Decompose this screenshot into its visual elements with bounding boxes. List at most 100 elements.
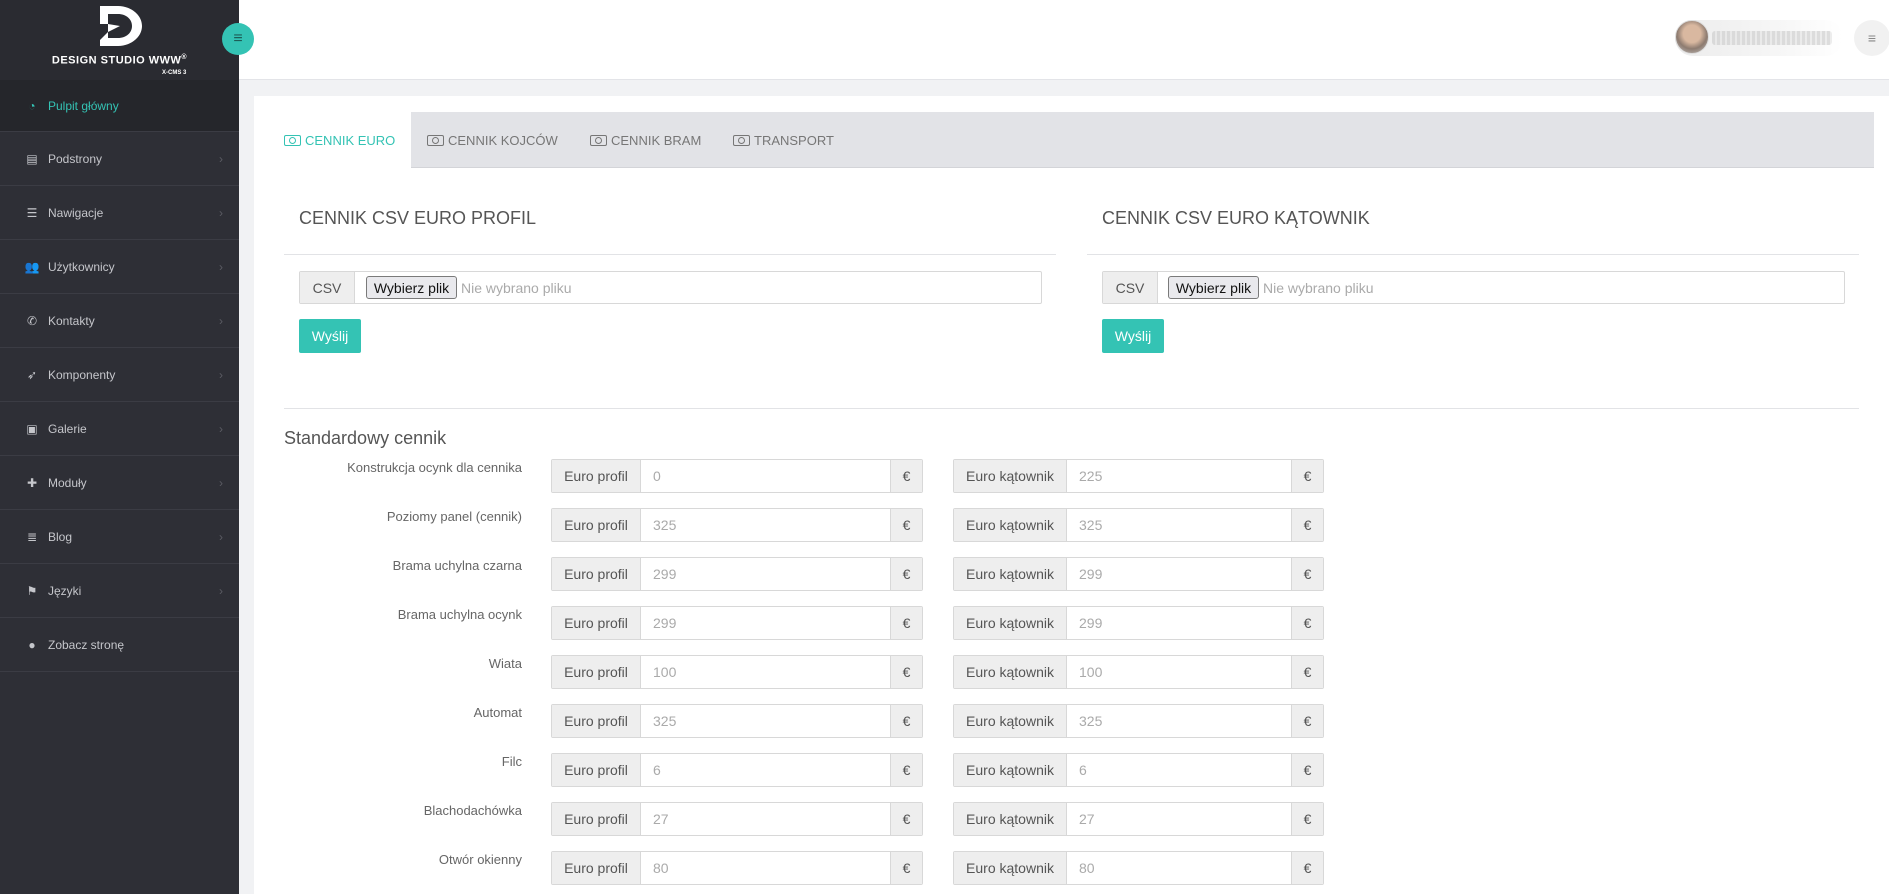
sidebar-item-puzzle[interactable]: ✚ Moduły ›	[0, 456, 239, 510]
csv-katownik-title: CENNIK CSV EURO KĄTOWNIK	[1102, 208, 1370, 228]
tab-cennik-kojcow[interactable]: CENNIK KOJCÓW	[427, 112, 577, 168]
logo[interactable]: DESIGN STUDIO WWW® X-CMS 3	[0, 0, 239, 80]
chevron-right-icon: ›	[219, 260, 223, 274]
menu-icon[interactable]: ≡	[1854, 20, 1889, 56]
sidebar-item-label: Pulpit główny	[48, 98, 119, 113]
standard-pricelist-title: Standardowy cennik	[284, 428, 447, 448]
csv-katownik-submit-button[interactable]: Wyślij	[1102, 319, 1164, 353]
euro-profil-group: Euro profil 0 €	[551, 459, 923, 493]
globe-icon: ●	[28, 637, 36, 652]
euro-katownik-input[interactable]: 6	[1067, 754, 1291, 786]
sidebar-item-label: Komponenty	[48, 367, 116, 382]
price-row-label: Otwór okienny	[438, 852, 522, 867]
euro-katownik-group: Euro kątownik 6 €	[953, 753, 1324, 787]
sidebar-item-label: Moduły	[48, 475, 87, 490]
euro-profil-input[interactable]: 325	[641, 705, 890, 737]
euro-profil-addon: Euro profil	[552, 509, 641, 541]
dashboard-icon: ◔	[28, 98, 36, 113]
price-row-label: Filc	[501, 754, 522, 769]
sidebar-item-users[interactable]: 👥 Użytkownicy ›	[0, 240, 239, 294]
list-icon: ☰	[26, 205, 38, 220]
csv-profil-submit-button[interactable]: Wyślij	[299, 319, 361, 353]
euro-currency-addon: €	[890, 705, 922, 737]
euro-profil-group: Euro profil 299 €	[551, 557, 923, 591]
euro-profil-input[interactable]: 6	[641, 754, 890, 786]
euro-katownik-input[interactable]: 80	[1067, 852, 1291, 884]
sidebar-toggle-button[interactable]: ≡	[222, 23, 254, 55]
euro-profil-addon: Euro profil	[552, 607, 641, 639]
euro-katownik-group: Euro kątownik 225 €	[953, 459, 1324, 493]
euro-profil-group: Euro profil 325 €	[551, 704, 923, 738]
euro-katownik-input[interactable]: 100	[1067, 656, 1291, 688]
phone-icon: ✆	[26, 313, 38, 328]
euro-profil-group: Euro profil 6 €	[551, 753, 923, 787]
sidebar-item-blog[interactable]: ≣ Blog ›	[0, 510, 239, 564]
euro-profil-input[interactable]: 325	[641, 509, 890, 541]
euro-katownik-input[interactable]: 325	[1067, 705, 1291, 737]
euro-profil-addon: Euro profil	[552, 558, 641, 590]
sidebar-item-label: Kontakty	[48, 313, 95, 328]
euro-katownik-input[interactable]: 299	[1067, 558, 1291, 590]
sidebar-item-label: Użytkownicy	[48, 259, 115, 274]
tab-cennik-euro[interactable]: CENNIK EURO	[284, 112, 411, 168]
sidebar-item-flag[interactable]: ⚑ Języki ›	[0, 564, 239, 618]
price-row-label: Wiata	[488, 656, 522, 671]
money-icon	[284, 134, 301, 146]
euro-katownik-input[interactable]: 27	[1067, 803, 1291, 835]
euro-currency-addon: €	[1291, 460, 1323, 492]
euro-currency-addon: €	[1291, 509, 1323, 541]
euro-katownik-input[interactable]: 325	[1067, 509, 1291, 541]
euro-katownik-addon: Euro kątownik	[954, 558, 1067, 590]
price-row-label: Brama uchylna czarna	[392, 558, 522, 573]
price-row-label: Automat	[473, 705, 522, 720]
tab-transport[interactable]: TRANSPORT	[733, 112, 863, 168]
tab-cennik-bram[interactable]: CENNIK BRAM	[590, 112, 720, 168]
avatar[interactable]	[1675, 20, 1709, 54]
flag-icon: ⚑	[26, 583, 38, 598]
image-icon: ▣	[26, 421, 38, 436]
csv-profil-choose-file-button[interactable]: Wybierz plik	[366, 276, 457, 299]
chevron-right-icon: ›	[219, 368, 223, 382]
sidebar-item-globe[interactable]: ● Zobacz stronę	[0, 618, 239, 672]
euro-profil-input[interactable]: 100	[641, 656, 890, 688]
euro-katownik-input[interactable]: 299	[1067, 607, 1291, 639]
euro-currency-addon: €	[1291, 754, 1323, 786]
csv-katownik-choose-file-button[interactable]: Wybierz plik	[1168, 276, 1259, 299]
euro-katownik-addon: Euro kątownik	[954, 509, 1067, 541]
euro-currency-addon: €	[1291, 852, 1323, 884]
euro-currency-addon: €	[1291, 656, 1323, 688]
euro-katownik-group: Euro kątownik 299 €	[953, 557, 1324, 591]
euro-currency-addon: €	[890, 558, 922, 590]
sidebar-item-label: Blog	[48, 529, 73, 544]
euro-profil-addon: Euro profil	[552, 803, 641, 835]
chevron-right-icon: ›	[219, 476, 223, 490]
euro-profil-input[interactable]: 80	[641, 852, 890, 884]
sidebar-item-dashboard[interactable]: ◔ Pulpit główny	[0, 80, 239, 132]
sidebar-item-file[interactable]: ▤ Podstrony ›	[0, 132, 239, 186]
price-row-label: Brama uchylna ocynk	[397, 607, 522, 622]
euro-profil-addon: Euro profil	[552, 656, 641, 688]
euro-profil-group: Euro profil 325 €	[551, 508, 923, 542]
chevron-right-icon: ›	[219, 584, 223, 598]
euro-profil-input[interactable]: 0	[641, 460, 890, 492]
euro-profil-input[interactable]: 27	[641, 803, 890, 835]
sidebar-item-rocket[interactable]: ➶ Komponenty ›	[0, 348, 239, 402]
euro-profil-input[interactable]: 299	[641, 558, 890, 590]
euro-currency-addon: €	[890, 803, 922, 835]
sidebar-item-phone[interactable]: ✆ Kontakty ›	[0, 294, 239, 348]
euro-profil-input[interactable]: 299	[641, 607, 890, 639]
money-icon	[590, 134, 607, 146]
euro-currency-addon: €	[890, 509, 922, 541]
sidebar-item-list[interactable]: ☰ Nawigacje ›	[0, 186, 239, 240]
euro-katownik-addon: Euro kątownik	[954, 607, 1067, 639]
euro-katownik-group: Euro kątownik 100 €	[953, 655, 1324, 689]
money-icon	[427, 134, 444, 146]
file-icon: ▤	[26, 151, 38, 166]
price-row-label: Poziomy panel (cennik)	[386, 509, 522, 524]
euro-profil-group: Euro profil 299 €	[551, 606, 923, 640]
csv-katownik-file-status: Nie wybrano pliku	[1263, 280, 1374, 296]
euro-currency-addon: €	[1291, 803, 1323, 835]
euro-katownik-input[interactable]: 225	[1067, 460, 1291, 492]
csv-addon: CSV	[300, 272, 355, 303]
sidebar-item-image[interactable]: ▣ Galerie ›	[0, 402, 239, 456]
